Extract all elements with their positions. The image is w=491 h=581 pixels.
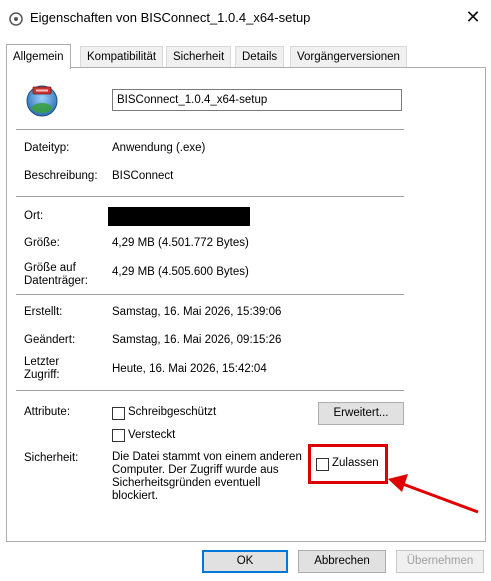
groesse-value: 4,29 MB (4.501.772 Bytes)	[112, 237, 249, 249]
uebernehmen-button[interactable]: Übernehmen	[396, 550, 484, 573]
sicherheit-text-line2: Computer. Der Zugriff wurde aus	[112, 464, 279, 476]
beschreibung-value: BISConnect	[112, 170, 174, 182]
separator	[16, 390, 404, 391]
tab-sicherheit[interactable]: Sicherheit	[166, 46, 232, 68]
window-title: Eigenschaften von BISConnect_1.0.4_x64-s…	[30, 10, 311, 25]
abbrechen-button[interactable]: Abbrechen	[298, 550, 386, 573]
sicherheit-text-line3: Sicherheitsgründen eventuell	[112, 477, 261, 489]
ok-button[interactable]: OK	[202, 550, 288, 573]
schreibgeschuetzt-checkbox[interactable]	[112, 407, 125, 420]
groesse-label: Größe:	[24, 237, 60, 249]
tab-vorgaengerversionen[interactable]: Vorgängerversionen	[290, 46, 407, 68]
zugriff-label-line2: Zugriff:	[24, 369, 60, 381]
annotation-arrow-icon	[388, 474, 479, 514]
zugriff-label: Letzter Zugriff:	[24, 356, 60, 382]
title-bar: Eigenschaften von BISConnect_1.0.4_x64-s…	[0, 0, 491, 38]
filename-field[interactable]: BISConnect_1.0.4_x64-setup	[112, 89, 402, 111]
sicherheit-text: Die Datei stammt von einem anderen Compu…	[112, 451, 302, 503]
geaendert-value: Samstag, 16. Mai 2026, 09:15:26	[112, 334, 282, 346]
sicherheit-text-line1: Die Datei stammt von einem anderen	[112, 451, 302, 463]
separator	[16, 196, 404, 197]
groesse-disk-value: 4,29 MB (4.505.600 Bytes)	[112, 266, 249, 278]
separator	[16, 294, 404, 295]
versteckt-checkbox[interactable]	[112, 429, 125, 442]
groesse-disk-label: Größe auf Datenträger:	[24, 262, 88, 288]
dateityp-value: Anwendung (.exe)	[112, 142, 206, 154]
annotation-highlight-box	[308, 444, 388, 484]
zugriff-label-line1: Letzter	[24, 356, 60, 368]
groesse-disk-label-line1: Größe auf	[24, 262, 76, 274]
dateityp-label: Dateityp:	[24, 142, 70, 154]
tab-details[interactable]: Details	[235, 46, 285, 68]
erstellt-label: Erstellt:	[24, 306, 63, 318]
tab-allgemein[interactable]: Allgemein	[6, 44, 71, 69]
properties-icon	[9, 12, 23, 26]
beschreibung-label: Beschreibung:	[24, 170, 98, 182]
erweitert-button[interactable]: Erweitert...	[318, 402, 404, 425]
schreibgeschuetzt-label: Schreibgeschützt	[128, 406, 217, 418]
groesse-disk-label-line2: Datenträger:	[24, 275, 88, 287]
geaendert-label: Geändert:	[24, 334, 76, 346]
tab-kompatibilitaet[interactable]: Kompatibilität	[80, 46, 164, 68]
close-icon[interactable]: ✕	[462, 6, 484, 28]
attribute-label: Attribute:	[24, 406, 71, 418]
sicherheit-label: Sicherheit:	[24, 452, 79, 464]
erstellt-value: Samstag, 16. Mai 2026, 15:39:06	[112, 306, 282, 318]
ort-value-redacted	[108, 207, 250, 226]
setup-file-icon	[26, 85, 58, 117]
separator	[16, 129, 404, 130]
sicherheit-text-line4: blockiert.	[112, 490, 159, 502]
ort-label: Ort:	[24, 210, 44, 222]
versteckt-label: Versteckt	[128, 429, 176, 441]
zugriff-value: Heute, 16. Mai 2026, 15:42:04	[112, 363, 267, 375]
